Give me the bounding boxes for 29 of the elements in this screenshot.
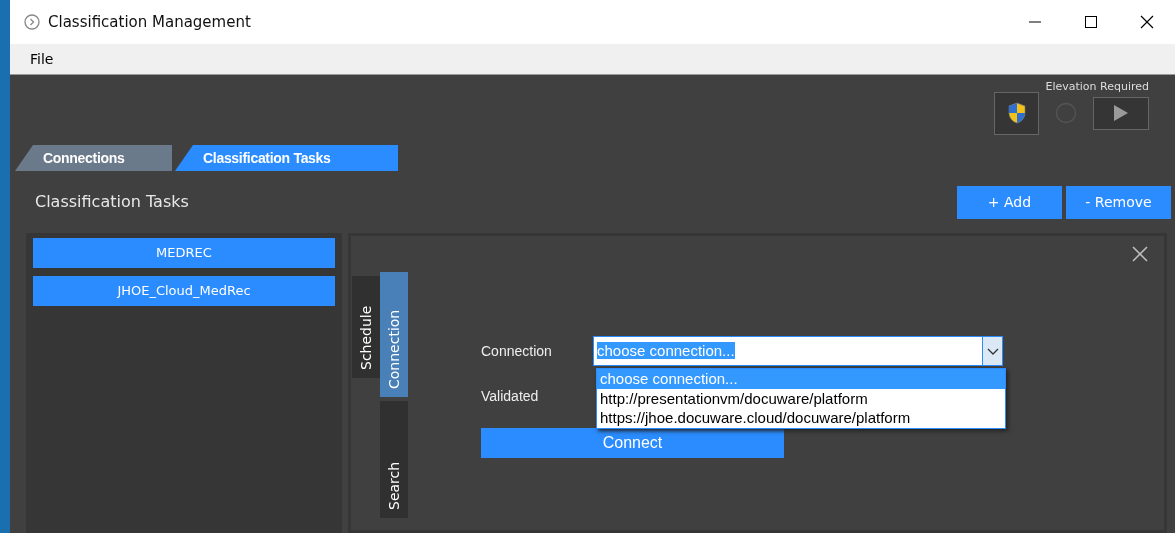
field-label: Validated (481, 388, 539, 404)
close-icon[interactable] (1132, 246, 1148, 262)
close-icon (1140, 15, 1154, 29)
tab[interactable]: Classification Tasks (175, 145, 398, 171)
field-label: Connection (481, 341, 553, 361)
dropdown-option[interactable]: https://jhoe.docuware.cloud/docuware/platform (597, 408, 1005, 428)
section-heading: Classification Tasks (35, 191, 189, 213)
window-icon (24, 14, 40, 30)
window-title: Classification Management (48, 11, 252, 33)
shield-icon (1007, 102, 1026, 124)
chevron-down-icon (982, 337, 1002, 365)
maximize-icon (1084, 15, 1098, 29)
dropdown-option[interactable]: choose connection... (597, 369, 1005, 389)
task-item[interactable]: JHOE_Cloud_MedRec (33, 276, 335, 306)
status-label: Elevation Required (1045, 79, 1149, 95)
tab[interactable]: Connections (15, 145, 172, 171)
add-button[interactable]: + Add (957, 185, 1062, 219)
remove-button[interactable]: - Remove (1066, 185, 1171, 219)
task-item[interactable]: MEDREC (33, 238, 335, 268)
connect-button[interactable]: Connect (481, 428, 784, 458)
tab[interactable]: Search (380, 401, 408, 518)
shield-button[interactable] (994, 91, 1039, 135)
connection-dropdown[interactable]: choose connection... (593, 336, 1003, 366)
dropdown-option[interactable]: http://presentationvm/docuware/platform (597, 388, 1005, 408)
menu-item[interactable]: File (10, 48, 74, 70)
tab[interactable]: Connection (380, 272, 408, 397)
tab[interactable]: Schedule (352, 276, 380, 378)
play-icon (1113, 104, 1129, 122)
play-button[interactable] (1093, 96, 1149, 130)
